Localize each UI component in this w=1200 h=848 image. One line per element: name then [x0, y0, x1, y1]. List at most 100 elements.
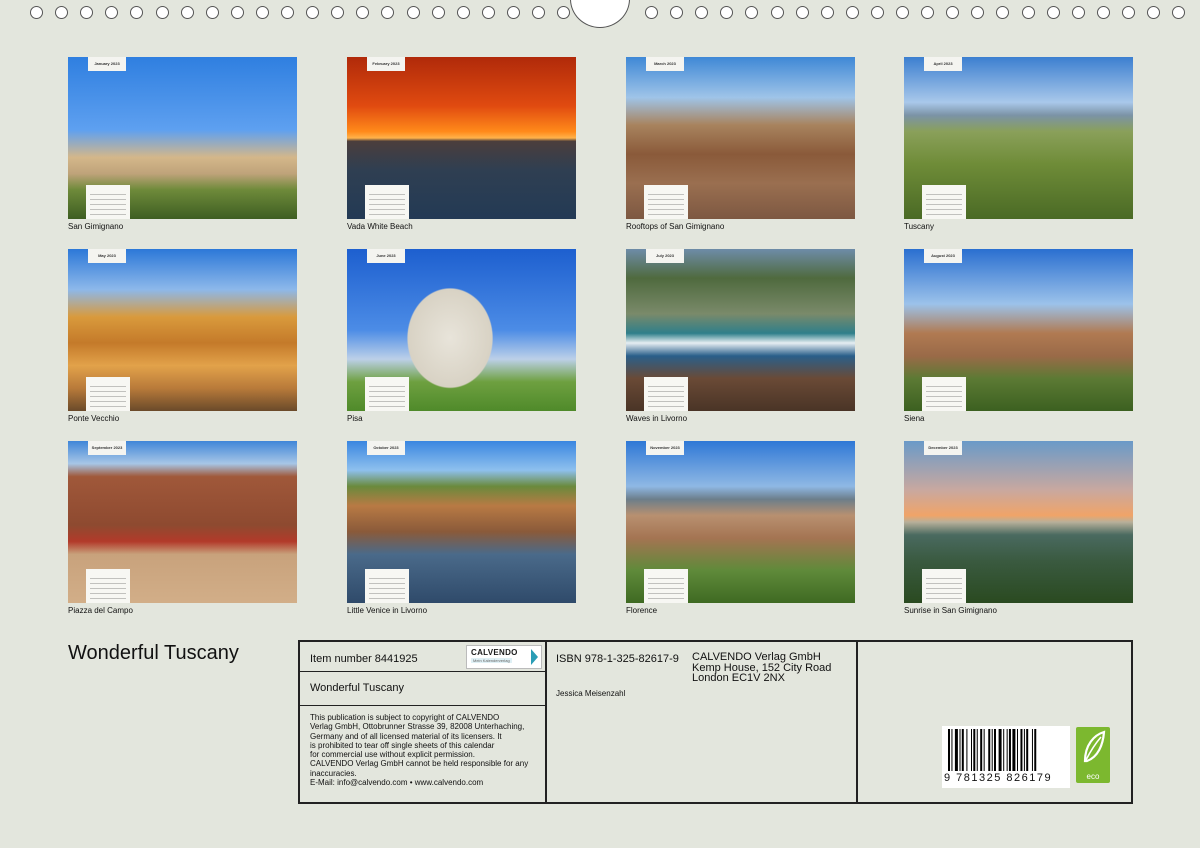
photo-rooftops: March 2023 [626, 57, 855, 219]
month-label: March 2023 [646, 57, 684, 71]
binding-hole [971, 6, 985, 19]
legal-line: Germany and of all licensed material of … [310, 731, 502, 741]
legal-line: for commercial use without explicit perm… [310, 750, 475, 760]
binding-hole [80, 6, 94, 19]
mini-calendar [86, 377, 130, 411]
binding-hole [645, 6, 658, 19]
binding-hole [55, 6, 69, 19]
legal-notice: This publication is subject to copyright… [310, 713, 546, 787]
binding-hole [356, 6, 370, 19]
photo-vada-beach: February 2023 [347, 57, 576, 219]
photo-livorno-waves: July 2023 [626, 249, 855, 411]
binding-hole [532, 6, 545, 19]
month-tile-november[interactable]: November 2023 Florence [626, 441, 855, 617]
barcode-number: 9 781325 826179 [944, 772, 1053, 784]
photo-caption: Vada White Beach [347, 222, 413, 231]
month-tile-april[interactable]: April 2023 Tuscany [904, 57, 1133, 233]
binding-hole [406, 6, 420, 19]
isbn: ISBN 978-1-325-82617-9 [556, 653, 679, 665]
legal-line: is prohibited to tear off single sheets … [310, 740, 495, 750]
photo-caption: Florence [626, 606, 658, 615]
month-tile-september[interactable]: September 2023 Piazza del Campo [68, 441, 297, 617]
month-tile-march[interactable]: March 2023 Rooftops of San Gimignano [626, 57, 855, 233]
binding-hole [795, 6, 809, 19]
legal-line: Verlag GmbH, Ottobrunner Strasse 39, 820… [310, 722, 525, 732]
photo-caption: Tuscany [904, 222, 934, 231]
binding-hole [745, 6, 759, 19]
binding-hole [105, 6, 119, 19]
binding-hole [557, 6, 571, 19]
photo-ponte-vecchio: May 2023 [68, 249, 297, 411]
publisher-line: CALVENDO Verlag GmbH [692, 651, 821, 663]
binding-hole [306, 6, 320, 19]
calvendo-logo: CALVENDO Mein Kalenderverlag [466, 645, 542, 669]
legal-line: E-Mail: info@calvendo.com • www.calvendo… [310, 778, 484, 788]
mini-calendar [922, 569, 966, 603]
photo-piazza-del-campo: September 2023 [68, 441, 297, 603]
photo-caption: Siena [904, 414, 925, 423]
binding-hole [1172, 6, 1186, 19]
mini-calendar [644, 185, 688, 219]
month-label: May 2023 [88, 249, 126, 263]
photo-caption: Ponte Vecchio [68, 414, 120, 423]
binding-hole [946, 6, 960, 19]
month-tile-july[interactable]: July 2023 Waves in Livorno [626, 249, 855, 425]
legal-line: This publication is subject to copyright… [310, 713, 500, 722]
photo-florence: November 2023 [626, 441, 855, 603]
month-tile-june[interactable]: June 2023 Pisa [347, 249, 576, 425]
month-tile-january[interactable]: January 2023 San Gimignano [68, 57, 297, 233]
month-tile-december[interactable]: December 2023 Sunrise in San Gimignano [904, 441, 1133, 617]
photo-san-gimignano: January 2023 [68, 57, 297, 219]
legal-line: inaccuracies. [310, 768, 357, 778]
binding-hole [456, 6, 470, 19]
photo-caption: Sunrise in San Gimignano [904, 606, 997, 615]
divider [300, 671, 545, 672]
month-label: February 2023 [367, 57, 405, 71]
month-tile-february[interactable]: February 2023 Vada White Beach [347, 57, 576, 233]
month-label: September 2023 [88, 441, 126, 455]
binding-hole [1071, 6, 1085, 19]
mini-calendar [644, 569, 688, 603]
publisher-address: CALVENDO Verlag GmbH Kemp House, 152 Cit… [692, 652, 831, 684]
binding-hole [1121, 6, 1135, 19]
mini-calendar [365, 185, 409, 219]
month-label: November 2023 [646, 441, 684, 455]
binding-hole [155, 6, 169, 19]
month-tile-may[interactable]: May 2023 Ponte Vecchio [68, 249, 297, 425]
binding-hole [921, 6, 935, 19]
eco-label: eco [1086, 772, 1100, 781]
month-tile-october[interactable]: October 2023 Little Venice in Livorno [347, 441, 576, 617]
mini-calendar [365, 377, 409, 411]
photo-tuscany: April 2023 [904, 57, 1133, 219]
author: Jessica Meisenzahl [556, 689, 626, 698]
binding-hole [381, 6, 395, 19]
photo-caption: Waves in Livorno [626, 414, 688, 423]
binding-hole [30, 6, 43, 19]
binding-hole [1147, 6, 1160, 19]
binding-hole [506, 6, 520, 19]
binding-hole [230, 6, 244, 19]
publisher-line: London EC1V 2NX [692, 672, 785, 684]
month-label: July 2023 [646, 249, 684, 263]
binding-hole [870, 6, 884, 19]
month-tile-august[interactable]: August 2023 Siena [904, 249, 1133, 425]
photo-caption: Piazza del Campo [68, 606, 133, 615]
binding-hole [845, 6, 859, 19]
binding-hole [1096, 6, 1110, 19]
binding-hole [820, 6, 834, 19]
binding-hole [996, 6, 1010, 19]
binding-hole [770, 6, 784, 19]
info-box: Item number 8441925 CALVENDO Mein Kalend… [298, 640, 1133, 804]
binding-hole [331, 6, 345, 19]
binding-hole [695, 6, 709, 19]
photo-sunrise: December 2023 [904, 441, 1133, 603]
month-label: April 2023 [924, 57, 962, 71]
binding-hole [1021, 6, 1035, 19]
month-label: August 2023 [924, 249, 962, 263]
binding-hole [205, 6, 219, 19]
photo-caption: San Gimignano [68, 222, 124, 231]
mini-calendar [86, 569, 130, 603]
mini-calendar [644, 377, 688, 411]
isbn-barcode: 9 781325 826179 [942, 726, 1070, 788]
photo-pisa: June 2023 [347, 249, 576, 411]
